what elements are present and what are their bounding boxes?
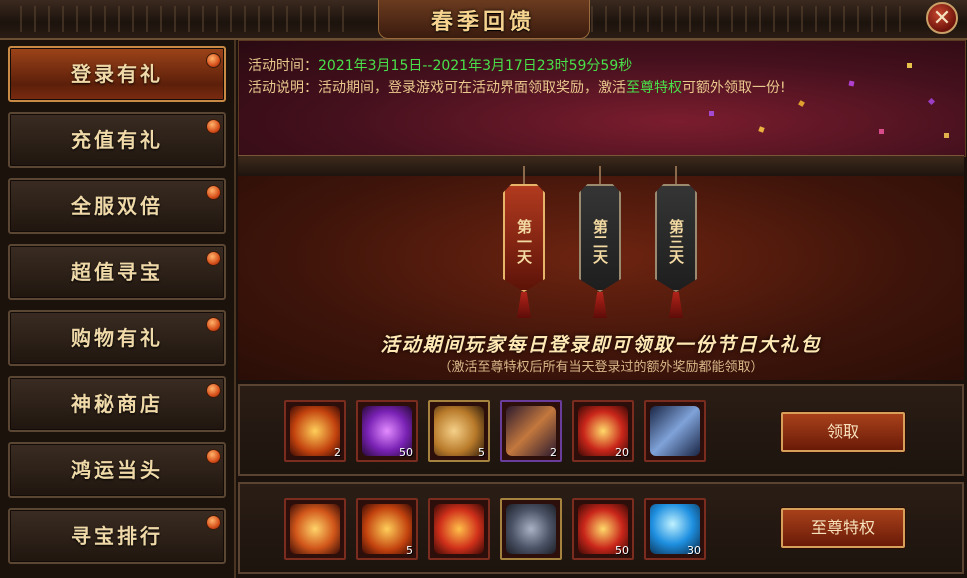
sidebar-item-treasure-ranking[interactable]: 寻宝排行 (8, 508, 226, 564)
reward-slot[interactable] (500, 498, 562, 560)
sidebar-item-good-fortune[interactable]: 鸿运当头 (8, 442, 226, 498)
scroll-icon (506, 406, 556, 456)
window-title: 春季回馈 (430, 9, 535, 35)
item-count: 5 (478, 446, 485, 459)
reward-slot[interactable]: 50 (572, 498, 634, 560)
notification-dot-icon (206, 317, 221, 332)
activity-time-line: 活动时间：2021年3月15日--2021年3月17日23时59分59秒 (248, 56, 632, 76)
close-button[interactable]: ✕ (926, 2, 958, 34)
golden-key-icon (362, 504, 412, 554)
sidebar: 登录有礼 充值有礼 全服双倍 超值寻宝 购物有礼 神秘商店 鸿运当头 寻宝排行 (0, 40, 236, 578)
reward-row-premium: 5 50 30 至尊特权 (238, 482, 964, 574)
reward-slot[interactable] (284, 498, 346, 560)
reward-slot[interactable]: 20 (572, 400, 634, 462)
sidebar-item-login-gift[interactable]: 登录有礼 (8, 46, 226, 102)
reward-row-normal: 2 50 5 2 20 领取 (238, 384, 964, 476)
close-icon: ✕ (932, 6, 952, 31)
horn-icon (434, 406, 484, 456)
hanging-string (599, 166, 601, 184)
activity-desc-text: 活动期间，登录游戏可在活动界面领取奖励，激活 (318, 80, 626, 96)
sidebar-item-label: 寻宝排行 (71, 524, 163, 548)
reward-slot[interactable]: 5 (356, 498, 418, 560)
event-headline: 活动期间玩家每日登录即可领取一份节日大礼包 (380, 334, 822, 356)
day-label: 第一天 (515, 218, 533, 264)
notification-dot-icon (206, 515, 221, 530)
notification-dot-icon (206, 449, 221, 464)
item-count: 50 (399, 446, 413, 459)
activity-desc-line: 活动说明：活动期间，登录游戏可在活动界面领取奖励，激活至尊特权可额外领取一份! (248, 78, 786, 98)
notification-dot-icon (206, 53, 221, 68)
event-subline: （激活至尊特权后所有当天登录过的额外奖励都能领取） (438, 360, 764, 375)
ornamental-divider (238, 155, 964, 177)
sidebar-item-label: 鸿运当头 (71, 458, 163, 482)
supreme-privilege-button[interactable]: 至尊特权 (781, 508, 905, 548)
map-scroll-icon (650, 406, 700, 456)
firecracker-icon (434, 504, 484, 554)
activity-desc-text-end: 可额外领取一份! (682, 80, 786, 96)
sidebar-item-label: 充值有礼 (71, 128, 163, 152)
sidebar-item-label: 超值寻宝 (71, 260, 163, 284)
sidebar-item-server-double[interactable]: 全服双倍 (8, 178, 226, 234)
item-count: 2 (550, 446, 557, 459)
reward-slot[interactable] (428, 498, 490, 560)
event-window: 春季回馈 ✕ 登录有礼 充值有礼 全服双倍 超值寻宝 购物有礼 神秘商店 鸿运当… (0, 0, 967, 578)
reward-slot[interactable] (644, 400, 706, 462)
hanging-string (675, 166, 677, 184)
sidebar-item-label: 购物有礼 (71, 326, 163, 350)
sidebar-item-shopping-gift[interactable]: 购物有礼 (8, 310, 226, 366)
activity-time-value: 2021年3月15日--2021年3月17日23时59分59秒 (318, 58, 633, 74)
notification-dot-icon (206, 251, 221, 266)
title-ornament-right (577, 6, 907, 32)
reward-slot[interactable]: 2 (284, 400, 346, 462)
activity-time-label: 活动时间： (248, 58, 318, 74)
item-count: 20 (615, 446, 629, 459)
hanging-string (523, 166, 525, 184)
iron-chest-icon (506, 504, 556, 554)
reward-slot[interactable]: 50 (356, 400, 418, 462)
notification-dot-icon (206, 383, 221, 398)
sidebar-item-label: 全服双倍 (71, 194, 163, 218)
title-bar: 春季回馈 (0, 0, 967, 40)
item-count: 30 (687, 544, 701, 557)
day-label: 第二天 (591, 218, 609, 264)
sidebar-item-recharge-gift[interactable]: 充值有礼 (8, 112, 226, 168)
sidebar-item-label: 神秘商店 (71, 392, 163, 416)
activity-desc-highlight: 至尊特权 (626, 80, 682, 96)
treasure-chest-icon (290, 504, 340, 554)
item-count: 50 (615, 544, 629, 557)
sidebar-item-label: 登录有礼 (71, 62, 163, 86)
activity-desc-label: 活动说明： (248, 80, 318, 96)
golden-key-icon (290, 406, 340, 456)
reward-slot[interactable]: 30 (644, 498, 706, 560)
item-count: 2 (334, 446, 341, 459)
day-label: 第三天 (667, 218, 685, 264)
reward-slot[interactable]: 2 (500, 400, 562, 462)
title-ornament-left (20, 6, 350, 32)
notification-dot-icon (206, 185, 221, 200)
claim-button[interactable]: 领取 (781, 412, 905, 452)
sidebar-item-treasure-hunt[interactable]: 超值寻宝 (8, 244, 226, 300)
reward-slot[interactable]: 5 (428, 400, 490, 462)
item-count: 5 (406, 544, 413, 557)
sidebar-item-mystery-shop[interactable]: 神秘商店 (8, 376, 226, 432)
notification-dot-icon (206, 119, 221, 134)
